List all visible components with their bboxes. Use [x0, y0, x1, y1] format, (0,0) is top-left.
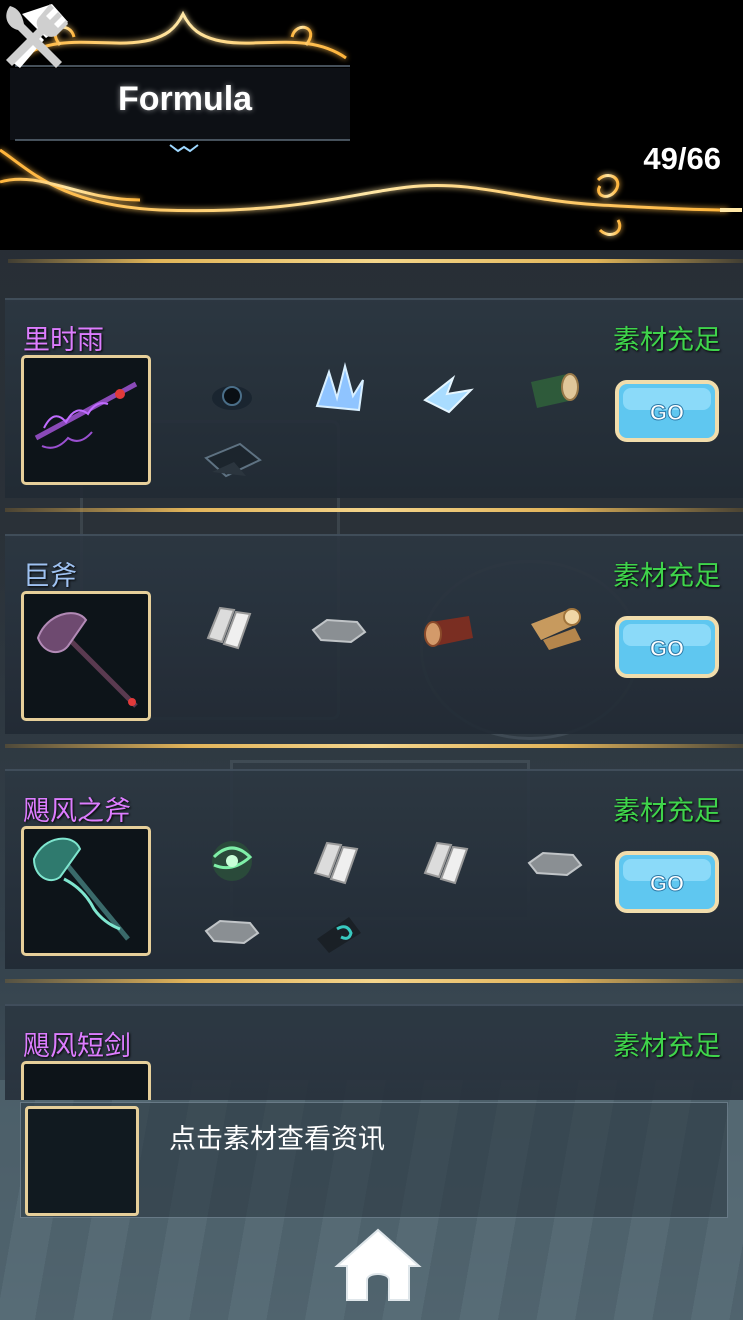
dark-ore-icon[interactable] [200, 366, 264, 422]
selected-material-slot[interactable] [25, 1106, 139, 1216]
go-button[interactable]: GO [613, 849, 721, 915]
material-status: 素材充足 [613, 1031, 721, 1062]
ice-shard-icon[interactable] [417, 364, 481, 420]
page-title: Formula [117, 80, 253, 118]
recipe-name: 巨斧 [23, 561, 77, 592]
go-button[interactable]: GO [613, 378, 721, 444]
go-button[interactable]: GO [613, 614, 721, 680]
recipe-card[interactable]: 巨斧 素材充足 GO [5, 534, 743, 748]
dark-spear-icon[interactable] [21, 355, 151, 485]
go-label: GO [650, 636, 684, 661]
dark-scroll-icon[interactable] [307, 903, 371, 959]
green-log-icon[interactable] [523, 360, 587, 416]
recipe-progress-count: 49/66 [643, 141, 721, 176]
header: Formula 49/66 [0, 0, 743, 250]
stone-slab-icon[interactable] [307, 602, 371, 658]
red-log-icon[interactable] [417, 602, 481, 658]
wood-logs-icon[interactable] [523, 598, 587, 654]
recipe-list[interactable]: 里时雨 素材充足 GO 巨斧 素材充足 GO 飓风之斧 素材充足 GO 飓风短剑… [0, 270, 743, 1100]
ornate-gold-frame [0, 10, 742, 236]
recipe-item-frame[interactable] [21, 1061, 151, 1100]
home-icon[interactable] [333, 1226, 423, 1304]
material-info-panel: 点击素材查看资讯 [20, 1102, 728, 1218]
recipe-name: 飓风短剑 [23, 1031, 131, 1062]
silver-ingot-icon[interactable] [200, 598, 264, 654]
utensils-icon[interactable] [0, 0, 72, 72]
recipe-card[interactable]: 飓风之斧 素材充足 GO [5, 769, 743, 983]
card-divider [5, 508, 743, 512]
stone-slab-icon[interactable] [523, 835, 587, 891]
list-top-divider [8, 259, 743, 263]
recipe-card[interactable]: 飓风短剑 素材充足 [5, 1004, 743, 1100]
stone-slab-icon[interactable] [200, 903, 264, 959]
recipe-card[interactable]: 里时雨 素材充足 GO [5, 298, 743, 512]
silver-ingot-icon[interactable] [417, 833, 481, 889]
card-divider [5, 744, 743, 748]
ice-crystal-cluster-icon[interactable] [307, 362, 371, 418]
great-axe-icon[interactable] [21, 591, 151, 721]
recipe-name: 里时雨 [23, 325, 104, 356]
dark-ingot-icon[interactable] [200, 432, 264, 488]
card-divider [5, 979, 743, 983]
info-hint-text: 点击素材查看资讯 [169, 1124, 385, 1155]
go-label: GO [650, 871, 684, 896]
material-status: 素材充足 [613, 325, 721, 356]
storm-axe-icon[interactable] [21, 826, 151, 956]
recipe-name: 飓风之斧 [23, 796, 131, 827]
material-status: 素材充足 [613, 561, 721, 592]
go-label: GO [650, 400, 684, 425]
wind-orb-icon[interactable] [200, 833, 264, 889]
material-status: 素材充足 [613, 796, 721, 827]
silver-ingot-icon[interactable] [307, 833, 371, 889]
